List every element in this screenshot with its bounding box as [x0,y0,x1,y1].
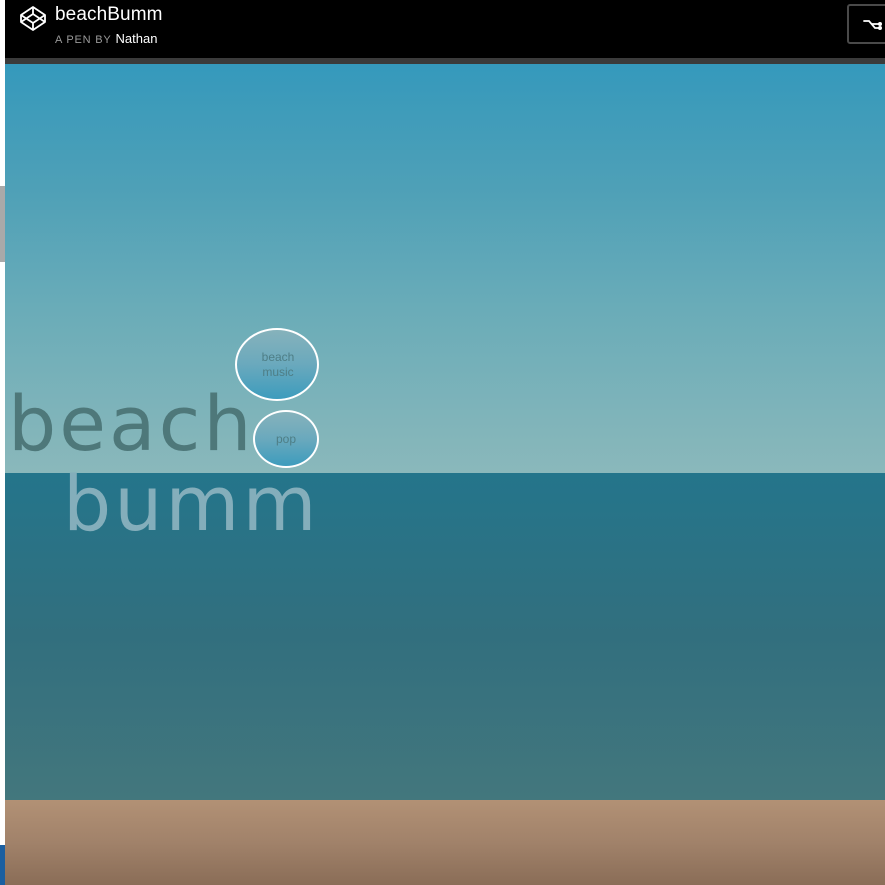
sand-background [5,800,885,885]
fork-icon [863,20,882,30]
byline-prefix: A PEN BY [55,34,112,46]
logo-word-bumm: bumm [63,459,320,548]
author-link[interactable]: Nathan [116,31,158,46]
fork-button[interactable] [847,4,885,44]
genre-bubble-label: pop [275,431,297,446]
logo-word-beach: beach [8,379,255,468]
codepen-logo-icon[interactable] [19,4,47,32]
app-frame: beachBumm A PEN BY Nathan beach bumm beac… [0,0,885,885]
pen-byline: A PEN BY Nathan [55,31,157,46]
genre-bubble-beach-music[interactable]: beach music [235,328,319,401]
pen-title[interactable]: beachBumm [55,4,163,26]
pen-header: beachBumm A PEN BY Nathan [5,0,885,58]
genre-bubble-label: beach music [261,349,295,379]
genre-bubble-pop[interactable]: pop [253,410,319,468]
